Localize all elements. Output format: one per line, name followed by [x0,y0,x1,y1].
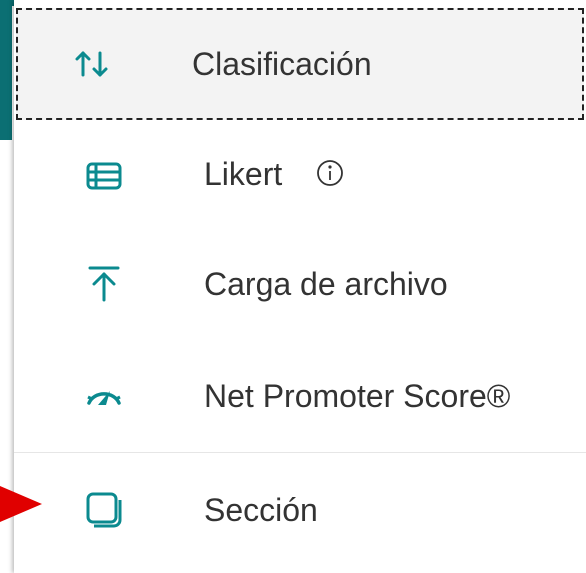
menu-item-seccion[interactable]: Sección [14,454,586,566]
menu-item-label: Carga de archivo [204,265,448,302]
likert-grid-icon [82,154,126,198]
menu-item-label: Clasificación [192,45,372,82]
menu-item-label: Likert [204,156,283,193]
menu-item-label: Net Promoter Score® [204,377,511,414]
menu-item-carga-de-archivo[interactable]: Carga de archivo [14,228,586,340]
screenshot-stage: Clasificación Likert Carga de archivo Ne… [0,0,586,573]
menu-item-label-wrap: Likert [204,156,345,196]
sort-arrows-icon [70,42,114,86]
gauge-icon [82,374,126,418]
info-icon[interactable] [315,158,345,196]
section-copy-icon [82,488,126,532]
menu-item-clasificacion[interactable]: Clasificación [16,8,584,120]
left-accent-bar [0,0,12,140]
question-type-menu: Clasificación Likert Carga de archivo Ne… [14,0,586,573]
annotation-pointer-arrow-icon [0,486,42,522]
upload-icon [82,262,126,306]
menu-item-label: Sección [204,491,318,528]
menu-divider [14,452,586,453]
menu-item-net-promoter-score[interactable]: Net Promoter Score® [14,340,586,452]
menu-item-likert[interactable]: Likert [14,120,586,232]
